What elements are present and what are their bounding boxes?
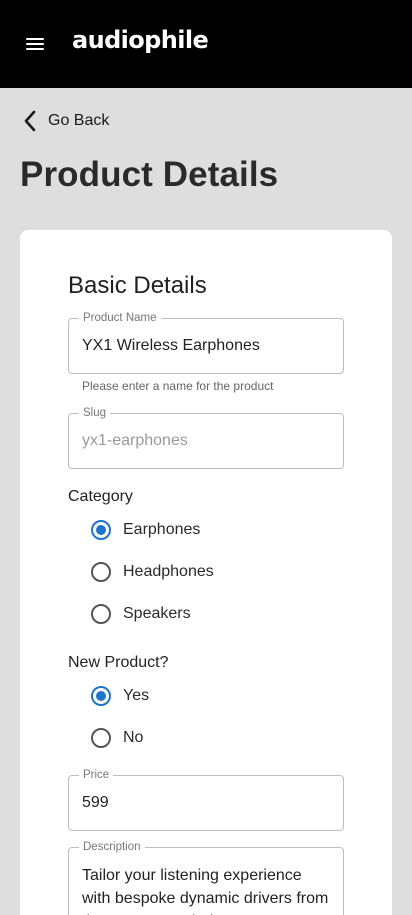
description-label: Description	[79, 840, 145, 854]
price-label: Price	[79, 768, 114, 782]
page-title: Product Details	[20, 155, 279, 194]
radio-checked-icon	[91, 520, 111, 540]
slug-field[interactable]: Slug yx1-earphones	[68, 406, 344, 469]
app-header: audiophile	[0, 0, 412, 88]
radio-label: Yes	[123, 687, 150, 704]
radio-earphones[interactable]: Earphones	[91, 518, 200, 542]
logo[interactable]: audiophile	[72, 26, 209, 54]
radio-speakers[interactable]: Speakers	[91, 602, 191, 626]
radio-label: Speakers	[123, 605, 191, 622]
section-title: Basic Details	[68, 272, 207, 299]
radio-checked-icon	[91, 686, 111, 706]
chevron-left-icon	[24, 110, 36, 132]
product-name-helper: Please enter a name for the product	[82, 379, 274, 393]
hamburger-menu-icon[interactable]	[26, 36, 46, 52]
product-name-value: YX1 Wireless Earphones	[82, 337, 260, 354]
radio-yes[interactable]: Yes	[91, 684, 149, 708]
go-back-link[interactable]: Go Back	[22, 108, 109, 134]
radio-unchecked-icon	[91, 728, 111, 748]
new-product-label: New Product?	[68, 654, 169, 671]
radio-no[interactable]: No	[91, 726, 143, 750]
price-field[interactable]: Price 599	[68, 768, 344, 831]
radio-label: No	[123, 729, 144, 746]
radio-unchecked-icon	[91, 562, 111, 582]
product-name-field[interactable]: Product Name YX1 Wireless Earphones	[68, 311, 344, 374]
slug-label: Slug	[79, 406, 111, 420]
slug-placeholder: yx1-earphones	[82, 432, 188, 449]
price-value: 599	[82, 794, 109, 811]
radio-headphones[interactable]: Headphones	[91, 560, 214, 584]
radio-unchecked-icon	[91, 604, 111, 624]
description-value: Tailor your listening experience with be…	[82, 867, 329, 915]
category-label: Category	[68, 488, 133, 505]
product-name-label: Product Name	[79, 311, 161, 325]
description-field[interactable]: Description Tailor your listening experi…	[68, 840, 344, 915]
go-back-label: Go Back	[48, 112, 110, 129]
radio-label: Headphones	[123, 563, 214, 580]
radio-label: Earphones	[123, 521, 201, 538]
